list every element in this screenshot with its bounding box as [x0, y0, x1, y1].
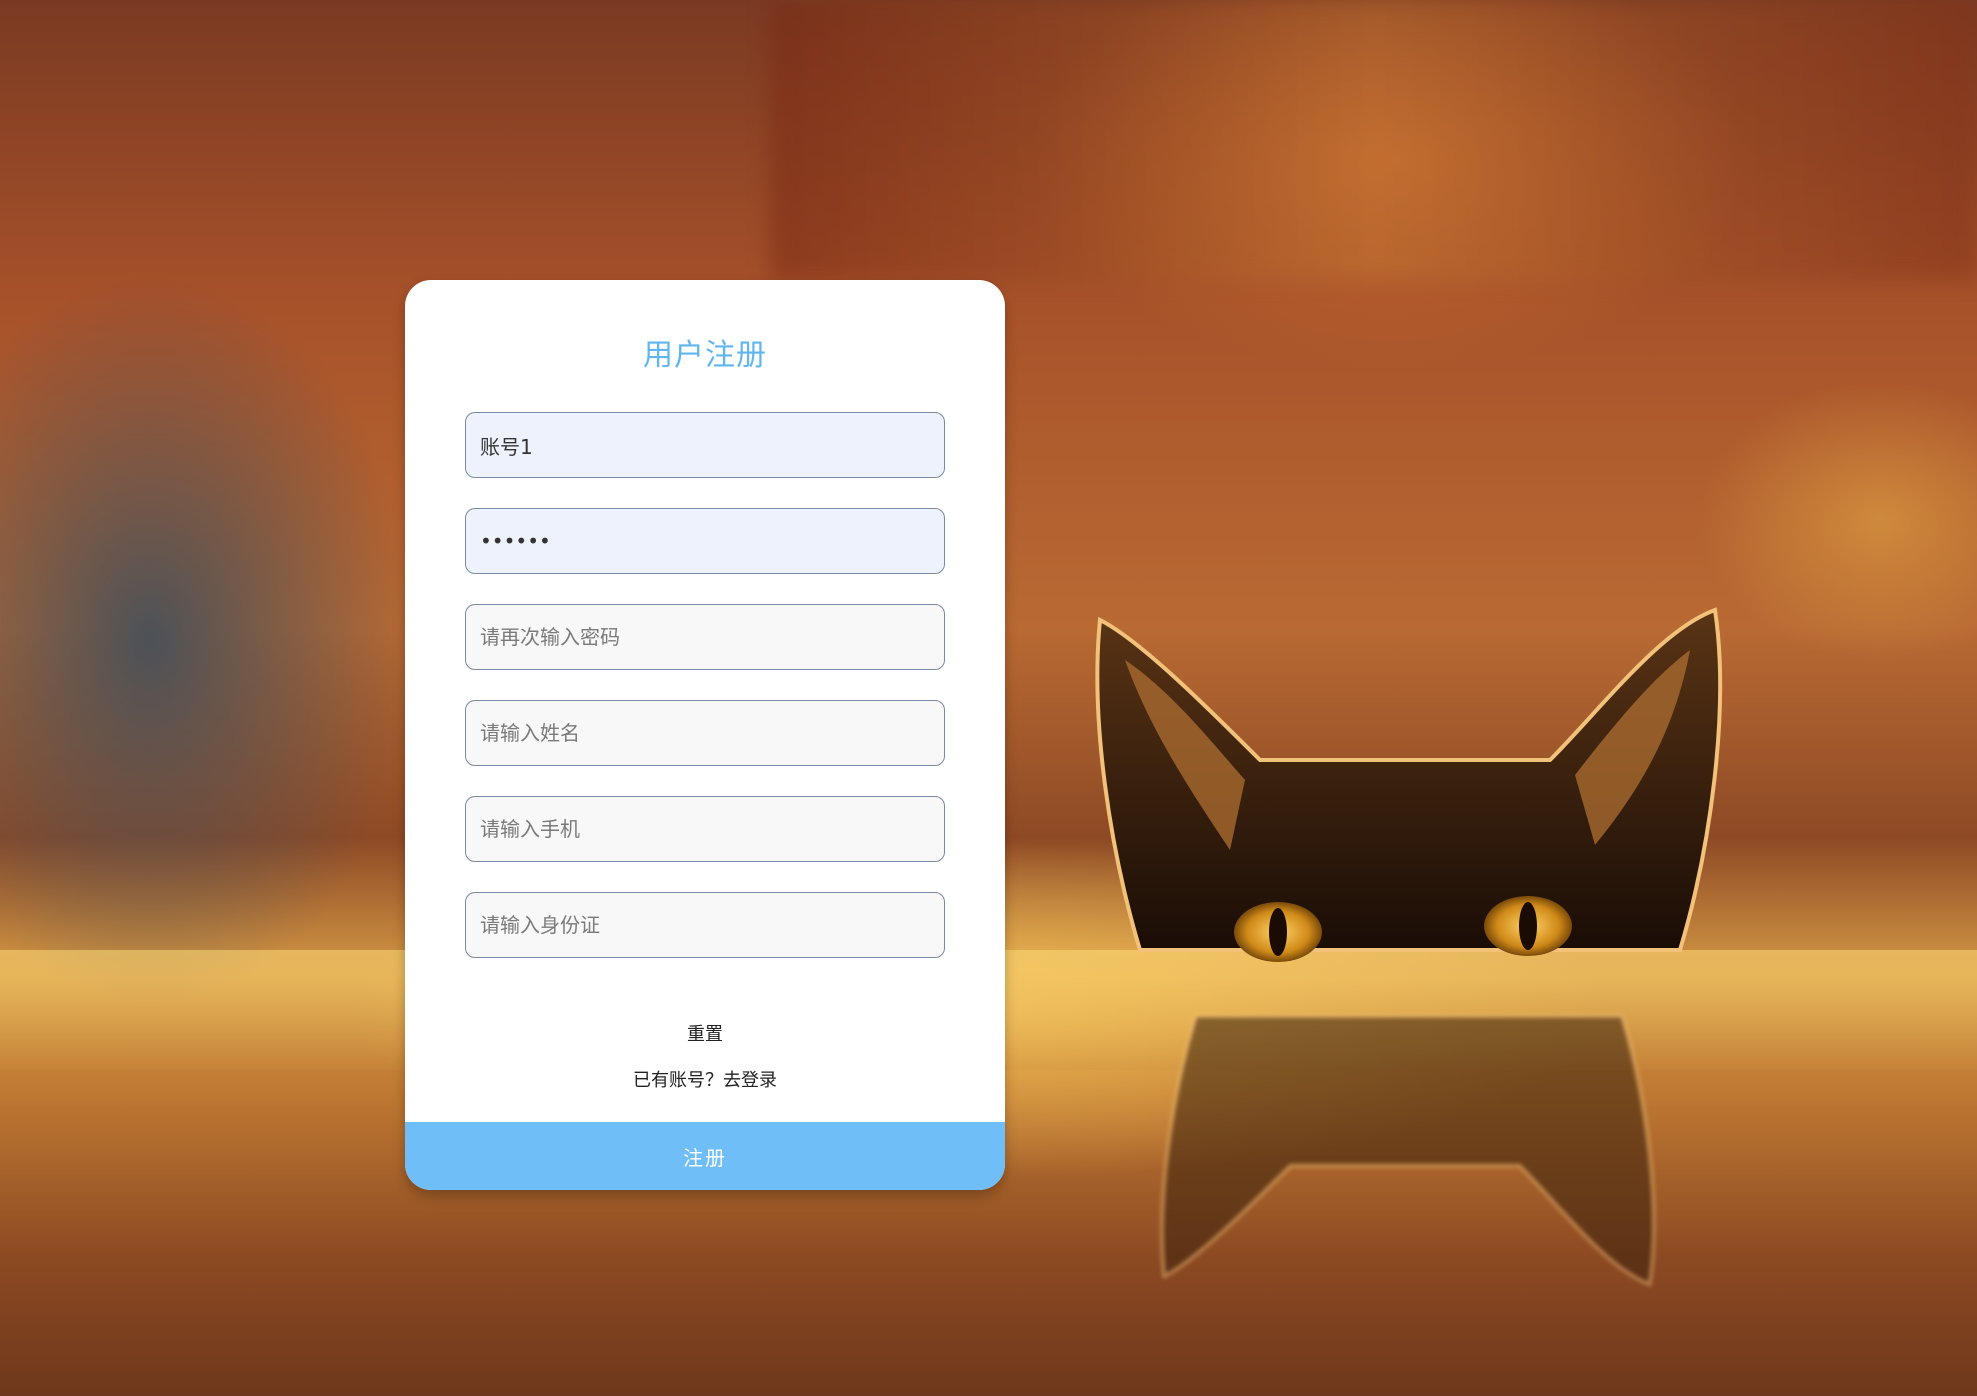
- cat-illustration: [1095, 607, 1723, 962]
- register-card: 用户注册 重置 已有账号？去登录 注册: [405, 280, 1005, 1190]
- confirm-password-input[interactable]: [465, 604, 945, 670]
- page-title: 用户注册: [643, 338, 767, 373]
- username-input[interactable]: [465, 412, 945, 478]
- background-bookshelf: [770, 0, 1977, 280]
- id-card-input[interactable]: [465, 892, 945, 958]
- register-button[interactable]: 注册: [405, 1122, 1005, 1190]
- full-name-input[interactable]: [465, 700, 945, 766]
- reset-button[interactable]: 重置: [405, 1020, 1005, 1046]
- password-input[interactable]: [465, 508, 945, 574]
- go-login-link[interactable]: 已有账号？去登录: [405, 1066, 1005, 1092]
- cat-reflection: [1160, 1014, 1656, 1287]
- phone-input[interactable]: [465, 796, 945, 862]
